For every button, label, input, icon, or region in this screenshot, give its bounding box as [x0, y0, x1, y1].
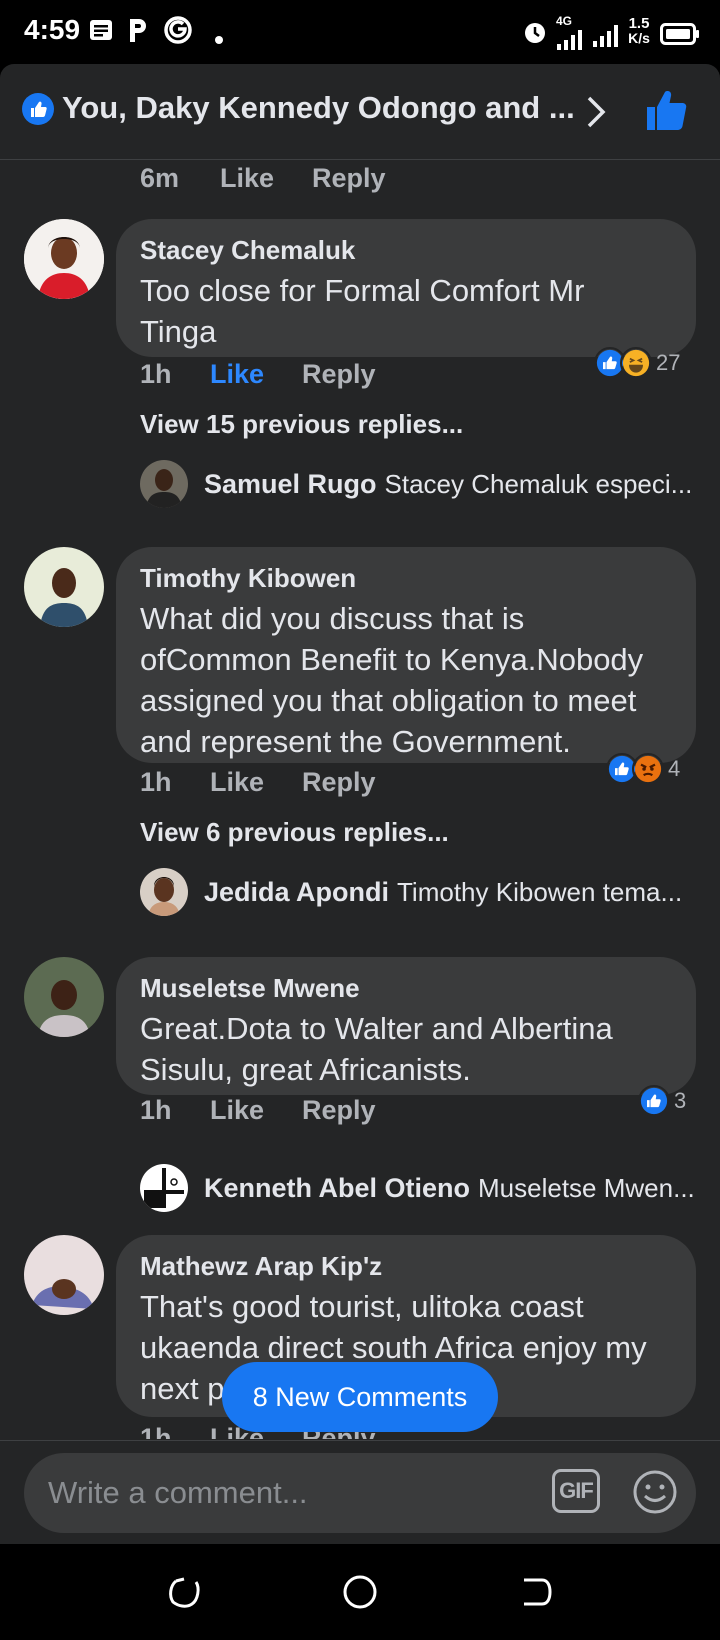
comment-bubble[interactable]: Museletse Mwene Great.Dota to Walter and…: [116, 957, 696, 1095]
reaction-count: 3: [674, 1088, 687, 1113]
p-app-icon: [130, 19, 146, 42]
reaction-count: 27: [656, 350, 681, 375]
back-icon[interactable]: [518, 1574, 554, 1610]
comment-actions: 6m Like Reply: [140, 163, 386, 194]
comment-actions: 1h Like Reply: [140, 1095, 376, 1126]
like-reaction-icon: [638, 1085, 670, 1117]
haha-reaction-icon: [620, 347, 652, 379]
reactions-header[interactable]: You, Daky Kennedy Odongo and ...: [0, 64, 720, 160]
system-nav-bar: [0, 1544, 720, 1640]
status-time: 4:59: [24, 14, 81, 45]
comment-actions: 1h Like Reply: [140, 767, 376, 798]
reply-author[interactable]: Samuel Rugo: [204, 469, 377, 500]
reaction-summary[interactable]: 3: [638, 1085, 686, 1117]
status-bar: 4:59 4G 1.5 K/s: [0, 0, 720, 64]
comment-placeholder: Write a comment...: [48, 1475, 308, 1510]
like-button-icon[interactable]: [644, 88, 688, 132]
avatar[interactable]: [24, 547, 104, 627]
view-previous-replies[interactable]: View 6 previous replies...: [140, 817, 449, 848]
comment-text: Too close for Formal Comfort Mr Tinga: [140, 273, 585, 349]
like-link[interactable]: Like: [210, 1095, 302, 1126]
comment-time: 1h: [140, 767, 172, 797]
like-link[interactable]: Like: [220, 163, 312, 194]
reply-preview[interactable]: Jedida Apondi Timothy Kibowen tema...: [140, 867, 700, 917]
comment-text: Great.Dota to Walter and Albertina Sisul…: [140, 1011, 613, 1087]
avatar[interactable]: [24, 957, 104, 1037]
comment-bubble[interactable]: Timothy Kibowen What did you discuss tha…: [116, 547, 696, 763]
comment-list[interactable]: 6m Like Reply Stacey Chemaluk Too close …: [0, 161, 720, 1439]
avatar[interactable]: [140, 1164, 188, 1212]
comment-composer-bar: Write a comment... GIF: [0, 1440, 720, 1544]
comment-author[interactable]: Timothy Kibowen: [140, 563, 672, 594]
recents-icon[interactable]: [166, 1574, 202, 1610]
chevron-right-icon[interactable]: [584, 94, 608, 130]
signal-icon: [593, 25, 618, 47]
view-previous-replies[interactable]: View 15 previous replies...: [140, 409, 463, 440]
comment-time: 1h: [140, 359, 172, 389]
alarm-icon: [525, 23, 545, 43]
avatar[interactable]: [24, 1235, 104, 1315]
reply-snippet: Timothy Kibowen tema...: [397, 876, 683, 907]
net-speed: 1.5 K/s: [628, 15, 650, 46]
reply-preview[interactable]: Samuel Rugo Stacey Chemaluk especi...: [140, 459, 700, 509]
battery-icon: [660, 23, 699, 45]
reply-snippet: Museletse Mwen...: [478, 1172, 695, 1203]
comment-text: What did you discuss that is ofCommon Be…: [140, 601, 644, 759]
like-link[interactable]: Like: [210, 767, 302, 798]
reply-author[interactable]: Kenneth Abel Otieno: [204, 1173, 470, 1204]
reaction-count: 4: [668, 756, 681, 781]
avatar[interactable]: [24, 219, 104, 299]
like-reaction-icon: [22, 93, 54, 125]
comment-actions: 1h Like Reply: [140, 359, 376, 390]
reaction-summary[interactable]: 27: [594, 347, 680, 379]
comments-sheet: You, Daky Kennedy Odongo and ... 6m Like…: [0, 64, 720, 1544]
reply-preview[interactable]: Kenneth Abel Otieno Museletse Mwen...: [140, 1163, 700, 1213]
angry-reaction-icon: [632, 753, 664, 785]
avatar[interactable]: [140, 460, 188, 508]
home-icon[interactable]: [342, 1574, 378, 1610]
comment-author[interactable]: Stacey Chemaluk: [140, 235, 672, 266]
notes-icon: [90, 20, 112, 40]
emoji-icon[interactable]: [632, 1469, 678, 1515]
like-link[interactable]: Like: [210, 359, 302, 390]
g-app-icon: [164, 16, 192, 44]
avatar[interactable]: [140, 868, 188, 916]
comment-input[interactable]: Write a comment... GIF: [24, 1453, 696, 1533]
reply-link[interactable]: Reply: [312, 163, 386, 194]
reply-link[interactable]: Reply: [302, 1095, 376, 1126]
reply-link[interactable]: Reply: [302, 359, 376, 390]
gif-button[interactable]: GIF: [552, 1469, 600, 1513]
comment-author[interactable]: Mathewz Arap Kip'z: [140, 1251, 672, 1282]
dot-icon: [215, 36, 223, 44]
reaction-summary[interactable]: 4: [606, 753, 680, 785]
gif-label: GIF: [559, 1478, 594, 1503]
comment-author[interactable]: Museletse Mwene: [140, 973, 672, 1004]
comment-time: 1h: [140, 1423, 172, 1439]
comment-bubble[interactable]: Stacey Chemaluk Too close for Formal Com…: [116, 219, 696, 357]
reply-link[interactable]: Reply: [302, 767, 376, 798]
reactors-title: You, Daky Kennedy Odongo and ...: [62, 90, 575, 125]
signal-icon: [557, 30, 582, 50]
comment-time: 6m: [140, 163, 180, 193]
new-comments-button[interactable]: 8 New Comments: [222, 1362, 498, 1432]
reply-snippet: Stacey Chemaluk especi...: [384, 468, 693, 499]
reply-author[interactable]: Jedida Apondi: [204, 877, 389, 908]
comment-time: 1h: [140, 1095, 172, 1125]
